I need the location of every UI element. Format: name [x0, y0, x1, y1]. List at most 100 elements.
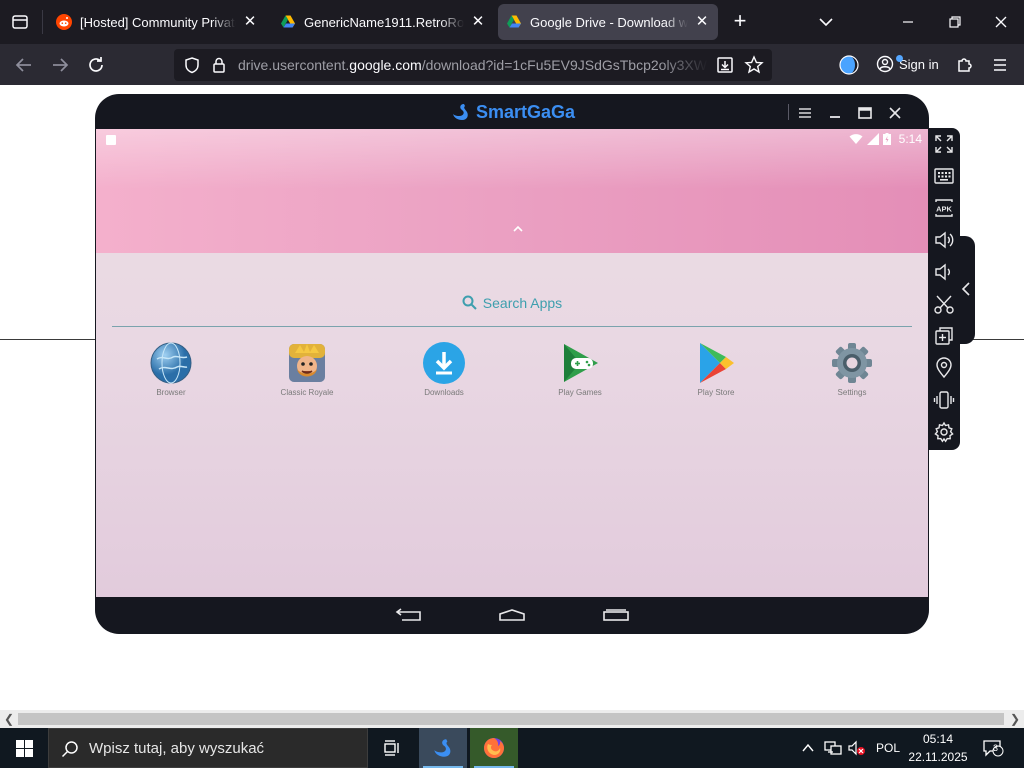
apk-install-icon[interactable]: APK — [932, 196, 956, 220]
notification-dot — [896, 55, 903, 62]
tab-retroroyale[interactable]: GenericName1911.RetroRoyale. ✕ — [272, 4, 494, 40]
volume-up-icon[interactable] — [932, 228, 956, 252]
lock-icon[interactable] — [210, 56, 228, 79]
hamburger-menu-icon[interactable] — [987, 52, 1013, 78]
browser-toolbar: drive.usercontent.google.com/download?id… — [0, 44, 1024, 85]
swan-logo-icon — [453, 104, 468, 120]
volume-muted-icon — [848, 740, 865, 756]
windows-taskbar: Wpisz tutaj, aby wyszukać POL 05:14 22.1… — [0, 728, 1024, 768]
reload-icon[interactable] — [83, 52, 109, 78]
emulator-minimize-icon[interactable] — [824, 102, 846, 124]
google-drive-favicon-icon — [506, 14, 522, 30]
app-label: Play Store — [697, 388, 735, 397]
forward-arrow-icon[interactable] — [47, 52, 73, 78]
volume-down-icon[interactable] — [932, 260, 956, 284]
android-home-icon[interactable] — [497, 608, 527, 627]
multi-instance-icon[interactable] — [932, 324, 956, 348]
extensions-puzzle-icon[interactable] — [952, 52, 978, 78]
taskbar-smartgaga-app[interactable] — [419, 728, 467, 768]
new-tab-button[interactable]: + — [728, 10, 752, 34]
close-tab-icon[interactable]: ✕ — [242, 14, 258, 30]
taskbar-firefox-app[interactable] — [470, 728, 518, 768]
app-play-games[interactable]: Play Games — [525, 341, 635, 397]
tab-separator — [42, 10, 43, 34]
android-nav-bar — [96, 597, 928, 634]
minimize-window-button[interactable] — [894, 8, 922, 36]
input-language[interactable]: POL — [876, 728, 900, 768]
app-label: Browser — [156, 388, 186, 397]
screenshot-scissors-icon[interactable] — [932, 292, 956, 316]
show-hidden-icons[interactable] — [800, 728, 816, 768]
url-bar[interactable]: drive.usercontent.google.com/download?id… — [174, 49, 772, 81]
volume-status[interactable] — [848, 728, 866, 768]
app-settings[interactable]: Settings — [797, 341, 907, 397]
emulator-brand: SmartGaGa — [476, 101, 576, 122]
search-apps-label: Search Apps — [482, 295, 563, 311]
tab-community-private[interactable]: [Hosted] Community Private Se ✕ — [48, 4, 266, 40]
url-text[interactable]: drive.usercontent.google.com/download?id… — [238, 57, 708, 73]
android-back-icon[interactable] — [394, 608, 424, 627]
bookmark-star-icon[interactable] — [744, 55, 764, 80]
google-drive-favicon-icon — [280, 14, 296, 30]
search-apps-field[interactable]: Search Apps — [96, 295, 928, 311]
action-center-button[interactable]: 3 — [982, 728, 1004, 768]
task-view-button[interactable] — [368, 728, 416, 768]
chevron-left-icon — [961, 282, 970, 296]
dark-mode-extension-icon[interactable] — [836, 52, 862, 78]
app-classic-royale[interactable]: Classic Royale — [252, 341, 362, 397]
horizontal-scrollbar[interactable]: ❮ ❯ — [0, 710, 1024, 728]
app-browser[interactable]: Browser — [116, 341, 226, 397]
scrollbar-thumb[interactable] — [18, 713, 1004, 725]
account-icon — [876, 55, 894, 73]
search-icon — [61, 741, 78, 758]
taskbar-search-box[interactable]: Wpisz tutaj, aby wyszukać — [48, 728, 368, 768]
network-icon — [824, 741, 842, 755]
network-status[interactable] — [824, 728, 842, 768]
taskbar-clock[interactable]: 05:14 22.11.2025 — [906, 730, 970, 766]
back-arrow-icon[interactable] — [11, 52, 37, 78]
save-page-icon[interactable] — [716, 56, 734, 79]
clock-time: 05:14 — [922, 732, 954, 746]
tab-google-drive-download[interactable]: Google Drive - Download warni ✕ — [498, 4, 718, 40]
scroll-right-icon[interactable]: ❯ — [1008, 712, 1022, 726]
page-divider-left — [0, 339, 96, 340]
close-window-button[interactable] — [987, 8, 1015, 36]
location-icon[interactable] — [932, 356, 956, 380]
settings-icon[interactable] — [932, 420, 956, 444]
windows-start-button[interactable] — [0, 728, 48, 768]
reddit-favicon-icon — [56, 14, 72, 30]
play-store-icon — [694, 341, 738, 385]
sign-in-button[interactable]: Sign in — [868, 48, 944, 80]
notification-count: 3 — [993, 743, 999, 753]
app-play-store[interactable]: Play Store — [661, 341, 771, 397]
android-home-screen[interactable]: 5:14 Search Apps Browser Classic Royale … — [96, 129, 928, 597]
windows-logo-icon — [16, 740, 33, 757]
download-icon — [422, 341, 466, 385]
chevron-down-icon[interactable] — [814, 10, 838, 34]
emulator-title-bar[interactable]: SmartGaGa — [95, 94, 929, 130]
close-tab-icon[interactable]: ✕ — [694, 14, 710, 30]
scroll-left-icon[interactable]: ❮ — [2, 712, 16, 726]
close-tab-icon[interactable]: ✕ — [470, 14, 486, 30]
fullscreen-icon[interactable] — [932, 132, 956, 156]
list-all-tabs-icon[interactable] — [8, 10, 32, 34]
emulator-close-icon[interactable] — [884, 102, 906, 124]
taskbar-search-placeholder: Wpisz tutaj, aby wyszukać — [89, 739, 265, 757]
firefox-icon — [484, 738, 504, 758]
sidebar-collapse-tab[interactable] — [958, 236, 975, 344]
shield-icon[interactable] — [183, 56, 201, 79]
search-icon — [462, 295, 477, 310]
keyboard-icon[interactable] — [932, 164, 956, 188]
chevron-up-icon[interactable] — [512, 219, 524, 237]
app-label: Classic Royale — [280, 388, 334, 397]
tab-title: [Hosted] Community Private Se — [80, 14, 236, 30]
shake-icon[interactable] — [932, 388, 956, 412]
android-recents-icon[interactable] — [601, 608, 631, 627]
restore-window-button[interactable] — [941, 8, 969, 36]
status-bar: 5:14 — [849, 132, 922, 146]
app-downloads[interactable]: Downloads — [389, 341, 499, 397]
emulator-menu-icon[interactable] — [794, 102, 816, 124]
url-prefix: drive.usercontent. — [238, 57, 350, 73]
emulator-maximize-icon[interactable] — [854, 102, 876, 124]
app-label: Downloads — [424, 388, 464, 397]
